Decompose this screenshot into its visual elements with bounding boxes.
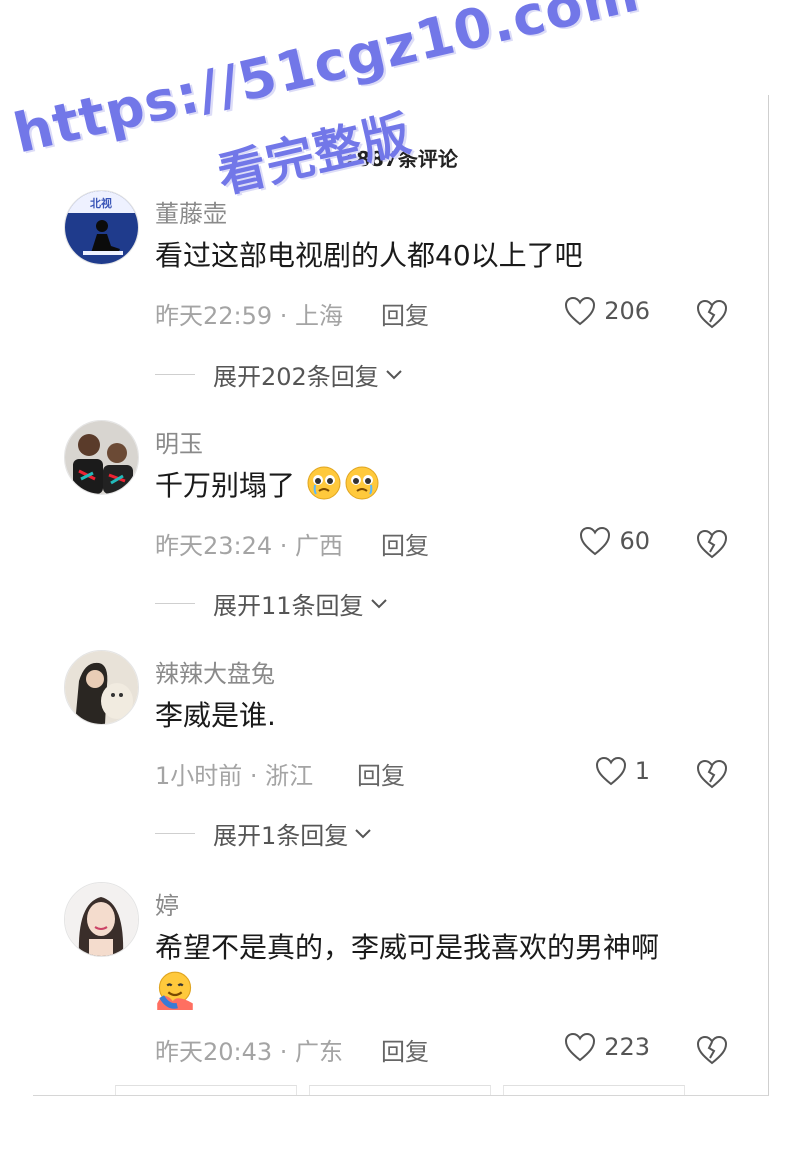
- divider-line: [155, 603, 195, 604]
- heart-outline-icon: [565, 296, 596, 326]
- pleading-tears-emoji: [307, 466, 341, 500]
- dislike-button[interactable]: [695, 298, 729, 330]
- reply-button[interactable]: 回复: [381, 296, 429, 331]
- avatar[interactable]: [64, 420, 139, 495]
- stub-cell: [309, 1085, 491, 1095]
- hugging-emoji: [157, 971, 193, 1010]
- like-count: 60: [619, 527, 650, 555]
- avatar[interactable]: [64, 650, 139, 725]
- chevron-down-icon: [370, 598, 387, 608]
- like-count: 223: [604, 1033, 650, 1061]
- avatar[interactable]: 北视: [64, 190, 139, 265]
- reply-button[interactable]: 回复: [381, 526, 429, 561]
- like-count: 206: [604, 297, 650, 325]
- figure-silhouette-avatar: 北视: [65, 191, 138, 264]
- stub-cell: [115, 1085, 297, 1095]
- dislike-button[interactable]: [695, 758, 729, 790]
- comment-text: 希望不是真的，李威可是我喜欢的男神啊: [155, 926, 715, 1017]
- like-button[interactable]: 1: [595, 756, 650, 786]
- like-count: 1: [634, 757, 650, 785]
- username[interactable]: 辣辣大盘兔: [155, 654, 275, 689]
- avatar[interactable]: [64, 882, 139, 957]
- like-button[interactable]: 60: [579, 526, 650, 556]
- username[interactable]: 董藤壶: [155, 194, 227, 229]
- like-button[interactable]: 223: [564, 1032, 650, 1062]
- expand-replies-button[interactable]: 展开202条回复: [155, 357, 403, 392]
- comment-text-body: 千万别塌了: [155, 469, 296, 502]
- username[interactable]: 明玉: [155, 424, 203, 459]
- heart-outline-icon: [595, 756, 626, 786]
- comment-text-body: 希望不是真的，李威可是我喜欢的男神啊: [155, 931, 660, 964]
- woman-portrait-avatar: [65, 883, 138, 956]
- expand-replies-label: 展开1条回复: [213, 822, 349, 850]
- chevron-down-icon: [355, 828, 371, 838]
- broken-heart-icon: [696, 1035, 728, 1065]
- comment-text: 李威是谁.: [155, 699, 276, 732]
- username[interactable]: 婷: [155, 886, 179, 921]
- reply-button[interactable]: 回复: [381, 1032, 429, 1067]
- heart-outline-icon: [580, 526, 611, 556]
- broken-heart-icon: [696, 529, 728, 559]
- comment-meta: 昨天22:59 · 上海: [155, 302, 344, 330]
- expand-replies-label: 展开202条回复: [213, 363, 379, 391]
- comment-text: 看过这部电视剧的人都40以上了吧: [155, 239, 583, 272]
- chevron-down-icon: [386, 369, 402, 379]
- dislike-button[interactable]: [695, 1034, 729, 1066]
- comment-count-title: 1887条评论: [342, 147, 458, 171]
- broken-heart-icon: [696, 759, 728, 789]
- kids-photo-avatar: [65, 421, 138, 494]
- next-comment-stub: [115, 1085, 685, 1095]
- divider-line: [155, 833, 195, 834]
- comment-meta: 昨天20:43 · 广东: [155, 1038, 344, 1066]
- expand-replies-button[interactable]: 展开11条回复: [155, 586, 388, 621]
- broken-heart-icon: [696, 299, 728, 329]
- comment-meta: 昨天23:24 · 广西: [155, 532, 344, 560]
- stub-cell: [503, 1085, 685, 1095]
- woman-with-dog-avatar: [65, 651, 138, 724]
- comment-meta: 1小时前 · 浙江: [155, 762, 314, 790]
- expand-replies-label: 展开11条回复: [213, 592, 364, 620]
- expand-replies-button[interactable]: 展开1条回复: [155, 816, 372, 851]
- dislike-button[interactable]: [695, 528, 729, 560]
- comment-text: 千万别塌了: [155, 464, 715, 508]
- svg-text:北视: 北视: [90, 196, 112, 210]
- divider-line: [155, 374, 195, 375]
- heart-outline-icon: [565, 1032, 596, 1062]
- pleading-tears-emoji: [345, 466, 379, 500]
- like-button[interactable]: 206: [564, 296, 650, 326]
- reply-button[interactable]: 回复: [357, 756, 405, 791]
